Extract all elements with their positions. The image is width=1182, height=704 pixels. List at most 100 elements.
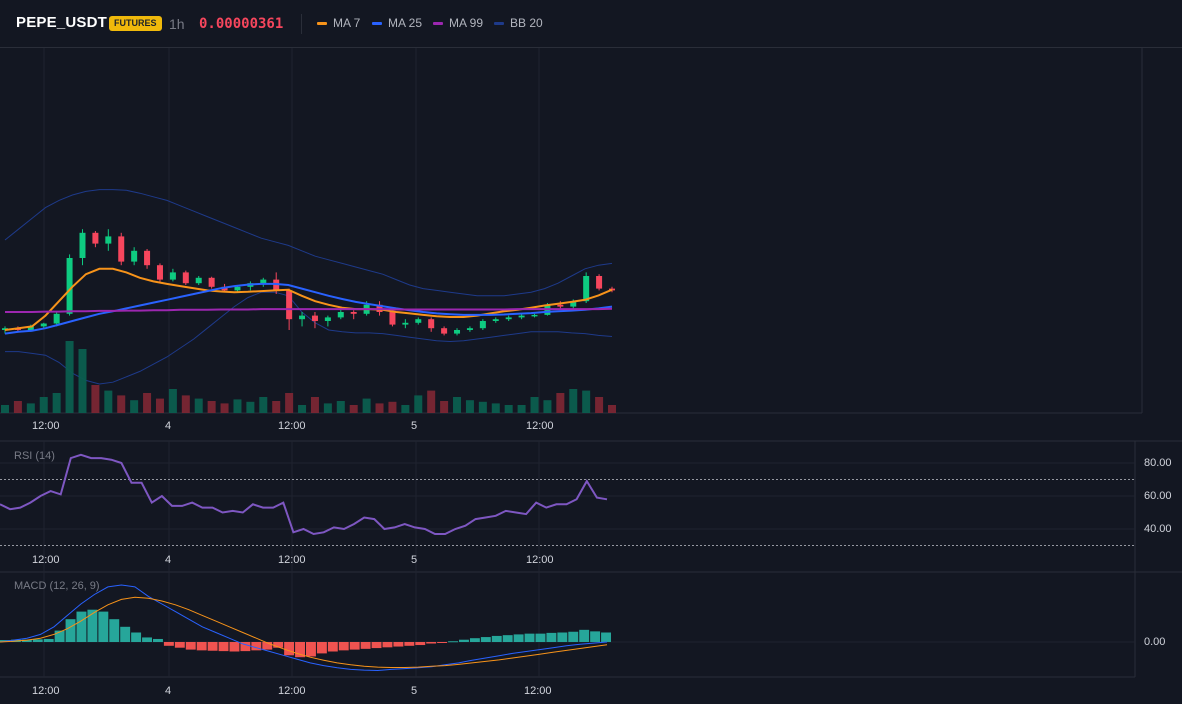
volume-bar — [233, 399, 242, 413]
volume-bar — [155, 398, 164, 413]
macd-histogram-bar — [579, 629, 590, 642]
rsi-axis-tick: 80.00 — [1144, 457, 1172, 469]
candle-body — [131, 250, 138, 262]
volume-bar — [336, 401, 345, 413]
candle-body — [454, 330, 461, 334]
volume-bar — [65, 341, 74, 413]
volume-bar — [569, 389, 578, 413]
volume-bar — [375, 403, 384, 413]
candle-body — [415, 319, 422, 323]
time-tick: 12:00 — [278, 554, 306, 566]
time-tick: 5 — [411, 554, 418, 566]
volume-bar — [582, 390, 591, 413]
macd-histogram-bar — [65, 619, 76, 642]
macd-histogram-bar — [76, 611, 87, 642]
candle-body — [531, 314, 538, 317]
macd-histogram-bar — [185, 642, 196, 650]
volume-bar — [478, 401, 487, 413]
macd-histogram-bar — [415, 642, 426, 646]
volume-bar — [595, 397, 604, 413]
macd-histogram-bar — [404, 642, 415, 646]
macd-histogram-bar — [437, 642, 448, 643]
volume-bar — [427, 390, 436, 413]
candle-body — [518, 315, 525, 318]
macd-histogram-bar — [316, 642, 327, 654]
macd-histogram-bar — [535, 633, 546, 642]
macd-histogram-bar — [393, 642, 404, 647]
volume-bar — [504, 405, 513, 413]
volume-bar — [530, 397, 539, 413]
candle-body — [105, 236, 112, 244]
chart-canvas[interactable] — [0, 0, 1182, 704]
time-tick: 12:00 — [32, 554, 60, 566]
time-tick: 4 — [165, 420, 172, 432]
time-tick: 12:00 — [278, 420, 306, 432]
macd-histogram-bar — [469, 638, 480, 642]
volume-bar — [453, 397, 462, 413]
rsi-label: RSI (14) — [14, 450, 55, 462]
macd-histogram-bar — [43, 638, 54, 642]
macd-histogram-bar — [131, 632, 142, 642]
macd-histogram-bar — [142, 637, 152, 642]
macd-histogram-bar — [153, 638, 163, 642]
volume-bar — [26, 403, 35, 413]
volume-bar — [39, 397, 48, 413]
volume-bar — [608, 405, 616, 413]
macd-histogram-bar — [371, 642, 382, 649]
macd-histogram-bar — [448, 641, 458, 643]
macd-histogram-bar — [360, 642, 371, 649]
volume-bar — [388, 401, 397, 413]
macd-histogram-bar — [480, 637, 491, 642]
candle-body — [557, 304, 564, 307]
macd-histogram-bar — [327, 642, 338, 652]
candle-body — [66, 258, 73, 314]
candle-body — [169, 272, 176, 280]
volume-bar — [220, 403, 229, 413]
rsi-axis-tick: 40.00 — [1144, 523, 1172, 535]
candle-body — [53, 313, 60, 324]
macd-axis-tick: 0.00 — [1144, 636, 1166, 648]
time-tick: 12:00 — [526, 420, 554, 432]
volume-bar — [104, 390, 113, 413]
candle-body — [79, 232, 86, 258]
moving-average-line — [4, 267, 613, 331]
candle-body — [337, 312, 344, 318]
macd-histogram-bar — [568, 631, 579, 642]
macd-histogram-bar — [284, 642, 295, 656]
macd-histogram-bar — [163, 642, 174, 646]
macd-histogram-bar — [174, 642, 185, 648]
volume-bar — [440, 401, 449, 413]
time-tick: 4 — [165, 685, 172, 697]
candle-body — [299, 315, 306, 320]
candle-body — [441, 328, 448, 334]
candle-body — [596, 276, 603, 289]
volume-bar — [401, 405, 410, 413]
volume-bar — [1, 405, 9, 413]
volume-bar — [517, 405, 526, 413]
time-tick: 12:00 — [526, 554, 554, 566]
volume-bar — [168, 389, 177, 413]
volume-bar — [143, 393, 152, 413]
time-tick: 12:00 — [32, 685, 60, 697]
time-tick: 12:00 — [32, 420, 60, 432]
time-tick: 12:00 — [524, 685, 552, 697]
volume-bar — [491, 403, 500, 413]
candle-body — [505, 317, 512, 320]
candle-body — [350, 312, 357, 314]
volume-bar — [13, 401, 22, 413]
volume-bar — [285, 393, 294, 413]
candle-body — [492, 319, 499, 321]
volume-bar — [78, 349, 87, 413]
volume-bar — [52, 393, 61, 413]
macd-histogram-bar — [557, 632, 568, 642]
volume-bar — [272, 401, 281, 413]
macd-histogram-bar — [491, 635, 502, 642]
candle-body — [389, 312, 396, 325]
candle-body — [40, 323, 47, 327]
macd-histogram-bar — [382, 642, 393, 648]
volume-bar — [323, 403, 332, 413]
candle-body — [428, 319, 435, 329]
macd-histogram-bar — [87, 609, 98, 642]
macd-histogram-bar — [218, 642, 229, 652]
time-tick: 12:00 — [278, 685, 306, 697]
